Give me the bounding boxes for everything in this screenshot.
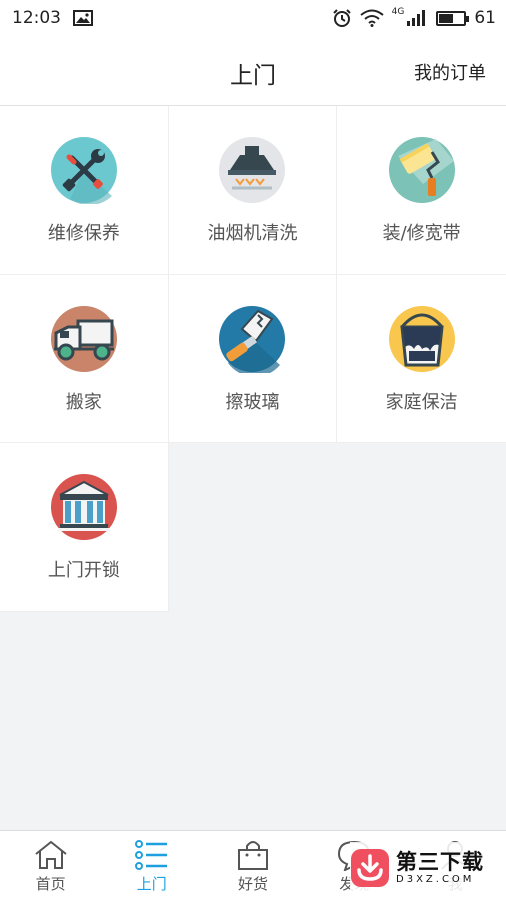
paint-roller-icon (388, 137, 455, 203)
service-label: 搬家 (65, 391, 102, 413)
battery-percent: 61 (474, 8, 496, 28)
service-grid: 维修保养 油烟机清洗 装/修宽带 搬家 擦玻璃 家庭保洁 上门开锁 (0, 106, 506, 612)
service-window-cleaning[interactable]: 擦玻璃 (168, 274, 338, 443)
watermark-domain: D3XZ.COM (396, 874, 475, 885)
tab-visit[interactable]: 上门 (101, 831, 202, 900)
status-bar: 12:03 4G 61 (0, 0, 506, 36)
service-unlock[interactable]: 上门开锁 (0, 443, 169, 612)
service-range-hood-cleaning[interactable]: 油烟机清洗 (168, 106, 338, 275)
wifi-icon (360, 9, 384, 27)
shopping-bag-icon (238, 841, 268, 870)
service-label: 家庭保洁 (385, 391, 458, 413)
alarm-icon (332, 9, 351, 27)
tab-label: 上门 (136, 875, 167, 893)
image-notification-icon (73, 10, 93, 26)
service-label: 油烟机清洗 (207, 223, 298, 244)
battery-icon (436, 10, 470, 26)
download-logo-icon (351, 849, 389, 887)
network-type: 4G (391, 7, 405, 17)
service-moving[interactable]: 搬家 (0, 274, 169, 443)
service-label: 上门开锁 (47, 560, 120, 581)
service-broadband[interactable]: 装/修宽带 (337, 106, 506, 275)
my-orders-link[interactable]: 我的订单 (414, 59, 486, 85)
watermark: 第三下载 D3XZ.COM (350, 842, 500, 894)
service-house-cleaning[interactable]: 家庭保洁 (337, 274, 506, 443)
tab-label: 首页 (35, 875, 66, 893)
tab-label: 好货 (238, 875, 269, 893)
truck-icon (50, 305, 117, 372)
status-time: 12:03 (12, 8, 61, 28)
paint-bucket-icon (388, 305, 455, 372)
tab-goods[interactable]: 好货 (202, 831, 303, 900)
service-label: 维修保养 (47, 223, 120, 244)
wrench-screwdriver-icon (50, 137, 117, 204)
service-repair[interactable]: 维修保养 (0, 106, 169, 275)
service-label: 装/修宽带 (382, 223, 461, 244)
signal-icon (407, 10, 426, 26)
range-hood-icon (219, 137, 286, 203)
window-cleaning-icon (219, 305, 286, 373)
watermark-brand: 第三下载 (396, 850, 484, 874)
tab-home[interactable]: 首页 (0, 831, 101, 900)
building-icon (50, 474, 117, 540)
list-icon (134, 840, 167, 870)
service-label: 擦玻璃 (225, 391, 280, 413)
header: 上门 我的订单 (0, 36, 506, 106)
home-icon (34, 840, 67, 869)
